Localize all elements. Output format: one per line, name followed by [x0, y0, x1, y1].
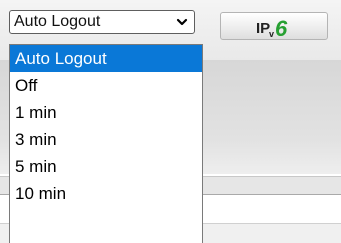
ipv6-number: 6 [275, 16, 288, 39]
option-auto-logout[interactable]: Auto Logout [10, 45, 202, 72]
option-1-min[interactable]: 1 min [10, 99, 202, 126]
option-10-min[interactable]: 10 min [10, 180, 202, 207]
ipv6-logo-icon: IP v 6 [256, 16, 288, 39]
option-5-min[interactable]: 5 min [10, 153, 202, 180]
option-off[interactable]: Off [10, 72, 202, 99]
chevron-down-icon [176, 18, 188, 26]
ipv6-button[interactable]: IP v 6 [220, 12, 328, 40]
auto-logout-select-value: Auto Logout [14, 13, 101, 30]
option-3-min[interactable]: 3 min [10, 126, 202, 153]
auto-logout-dropdown-list[interactable]: Auto Logout Off 1 min 3 min 5 min 10 min [9, 44, 203, 243]
auto-logout-select[interactable]: Auto Logout [9, 10, 195, 34]
ipv6-sub: v [269, 29, 274, 39]
